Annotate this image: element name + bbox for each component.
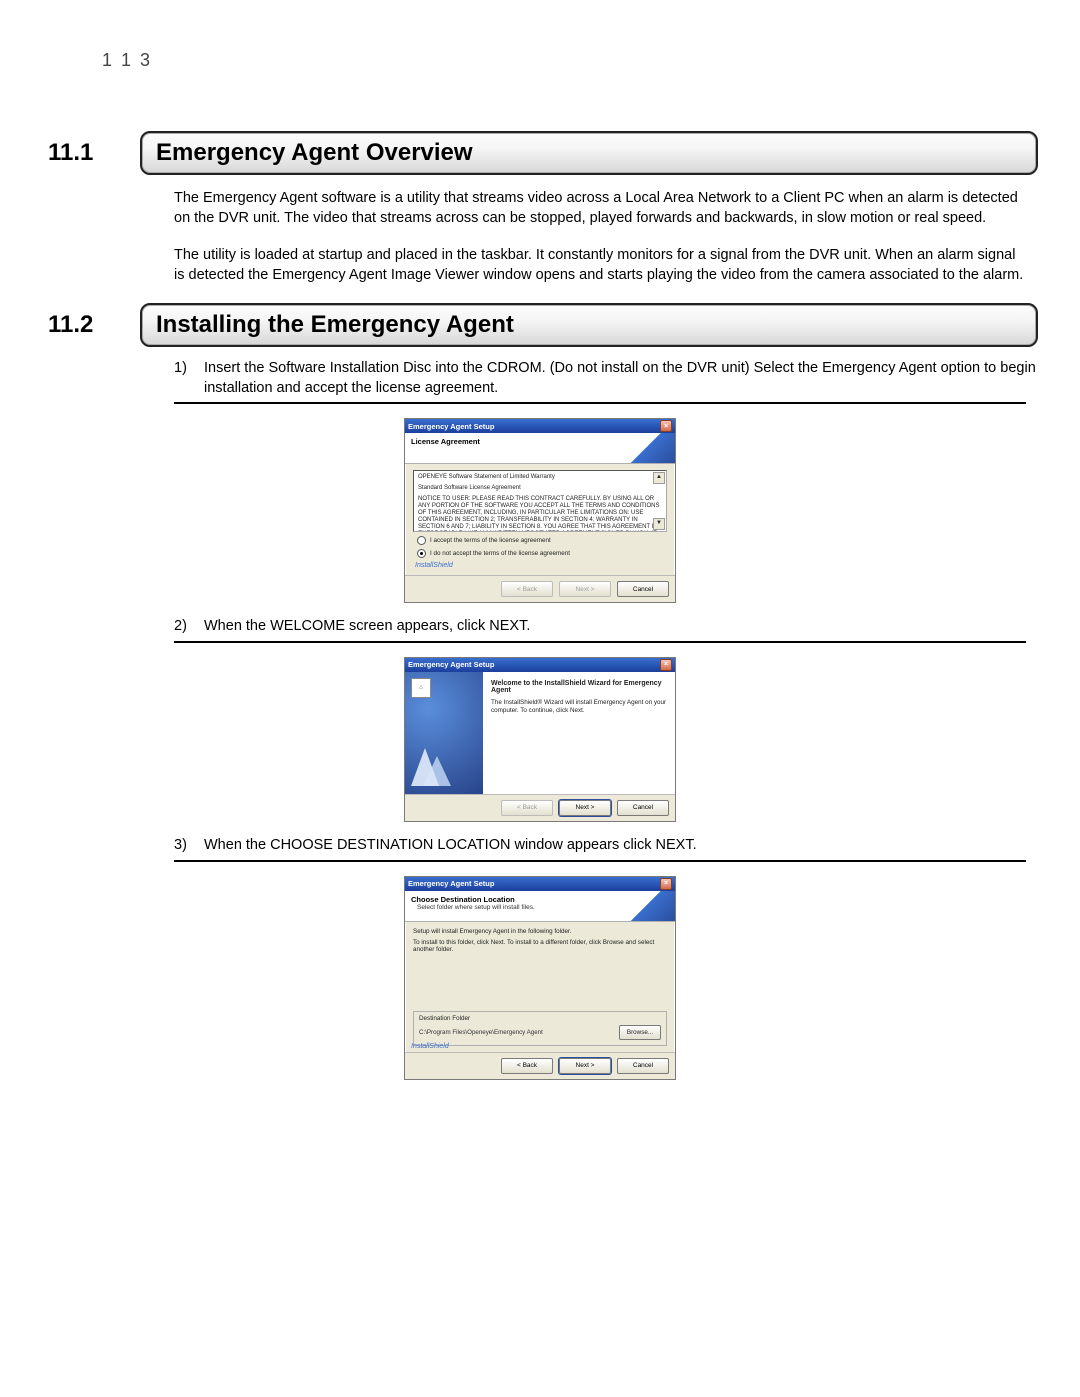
license-dialog: Emergency Agent Setup × License Agreemen…	[404, 418, 676, 603]
section-number: 11.2	[42, 303, 140, 347]
close-icon[interactable]: ×	[660, 420, 672, 432]
step-number: 2)	[174, 617, 204, 637]
step-text: Insert the Software Installation Disc in…	[204, 359, 1038, 398]
wizard-side-art: ⌂	[405, 672, 483, 794]
overview-text: The Emergency Agent software is a utilit…	[174, 189, 1028, 285]
next-button: Next >	[559, 581, 611, 597]
radio-icon	[417, 549, 426, 558]
step-text: When the CHOOSE DESTINATION LOCATION win…	[204, 836, 1038, 856]
brand-label: InstallShield	[411, 1043, 449, 1050]
section-11-1-row: 11.1 Emergency Agent Overview	[42, 131, 1038, 175]
radio-accept[interactable]: I accept the terms of the license agreem…	[417, 536, 667, 545]
wizard-right-panel: Welcome to the InstallShield Wizard for …	[483, 672, 675, 794]
header-art	[631, 891, 675, 921]
section-title-box: Installing the Emergency Agent	[140, 303, 1038, 347]
dialog-body: Setup will install Emergency Agent in th…	[405, 922, 675, 1052]
dialog-header: Choose Destination Location Select folde…	[405, 891, 675, 922]
cancel-button[interactable]: Cancel	[617, 1058, 669, 1074]
step-text: When the WELCOME screen appears, click N…	[204, 617, 1038, 637]
license-textbox[interactable]: OPENEYE Software Statement of Limited Wa…	[413, 470, 667, 532]
section-title: Emergency Agent Overview	[156, 139, 1022, 167]
back-button: < Back	[501, 800, 553, 816]
license-body: NOTICE TO USER: PLEASE READ THIS CONTRAC…	[418, 496, 662, 532]
scroll-up-icon[interactable]: ▲	[653, 472, 665, 484]
close-icon[interactable]: ×	[660, 878, 672, 890]
dialog-buttons: < Back Next > Cancel	[405, 575, 675, 602]
dialog-titlebar: Emergency Agent Setup ×	[405, 877, 675, 891]
header-art	[631, 433, 675, 463]
destination-path: C:\Program Files\Openeye\Emergency Agent	[419, 1029, 543, 1036]
dialog-titlebar: Emergency Agent Setup ×	[405, 419, 675, 433]
step-2: 2) When the WELCOME screen appears, clic…	[174, 617, 1038, 637]
destination-folder-group: Destination Folder C:\Program Files\Open…	[413, 1011, 667, 1046]
divider	[174, 860, 1026, 862]
dialog-body: OPENEYE Software Statement of Limited Wa…	[405, 464, 675, 575]
step-number: 1)	[174, 359, 204, 398]
dialog-titlebar: Emergency Agent Setup ×	[405, 658, 675, 672]
step-number: 3)	[174, 836, 204, 856]
welcome-dialog: Emergency Agent Setup × ⌂ Welcome to the…	[404, 657, 676, 822]
divider	[174, 402, 1026, 404]
dest-line1: Setup will install Emergency Agent in th…	[413, 928, 667, 935]
destination-folder-label: Destination Folder	[419, 1015, 661, 1022]
dialog-title: Emergency Agent Setup	[408, 660, 494, 669]
dialog-buttons: < Back Next > Cancel	[405, 794, 675, 821]
welcome-title: Welcome to the InstallShield Wizard for …	[491, 680, 667, 694]
brand-label: InstallShield	[415, 562, 667, 569]
section-title: Installing the Emergency Agent	[156, 311, 1022, 339]
divider	[174, 641, 1026, 643]
dialog-header: License Agreement	[405, 433, 675, 464]
browse-button[interactable]: Browse...	[619, 1025, 661, 1040]
dialog-buttons: < Back Next > Cancel	[405, 1052, 675, 1079]
step-1: 1) Insert the Software Installation Disc…	[174, 359, 1038, 398]
welcome-text: The InstallShield® Wizard will install E…	[491, 699, 667, 715]
radio-icon	[417, 536, 426, 545]
license-line2: Standard Software License Agreement	[418, 485, 662, 492]
step-3: 3) When the CHOOSE DESTINATION LOCATION …	[174, 836, 1038, 856]
radio-accept-label: I accept the terms of the license agreem…	[430, 537, 551, 544]
scroll-down-icon[interactable]: ▼	[653, 518, 665, 530]
dialog-title: Emergency Agent Setup	[408, 422, 494, 431]
license-line1: OPENEYE Software Statement of Limited Wa…	[418, 474, 662, 481]
back-button: < Back	[501, 581, 553, 597]
section-number: 11.1	[42, 131, 140, 175]
section-title-box: Emergency Agent Overview	[140, 131, 1038, 175]
cancel-button[interactable]: Cancel	[617, 581, 669, 597]
radio-decline[interactable]: I do not accept the terms of the license…	[417, 549, 667, 558]
next-button[interactable]: Next >	[559, 1058, 611, 1074]
section-11-2-row: 11.2 Installing the Emergency Agent	[42, 303, 1038, 347]
page-number: 1 1 3	[102, 50, 1038, 71]
dest-line2: To install to this folder, click Next. T…	[413, 939, 667, 953]
overview-p2: The utility is loaded at startup and pla…	[174, 246, 1028, 285]
disk-icon: ⌂	[411, 678, 431, 698]
destination-dialog: Emergency Agent Setup × Choose Destinati…	[404, 876, 676, 1080]
cancel-button[interactable]: Cancel	[617, 800, 669, 816]
next-button[interactable]: Next >	[559, 800, 611, 816]
dialog-title: Emergency Agent Setup	[408, 879, 494, 888]
close-icon[interactable]: ×	[660, 659, 672, 671]
triangles-icon	[411, 718, 475, 788]
back-button[interactable]: < Back	[501, 1058, 553, 1074]
overview-p1: The Emergency Agent software is a utilit…	[174, 189, 1028, 228]
radio-decline-label: I do not accept the terms of the license…	[430, 550, 570, 557]
